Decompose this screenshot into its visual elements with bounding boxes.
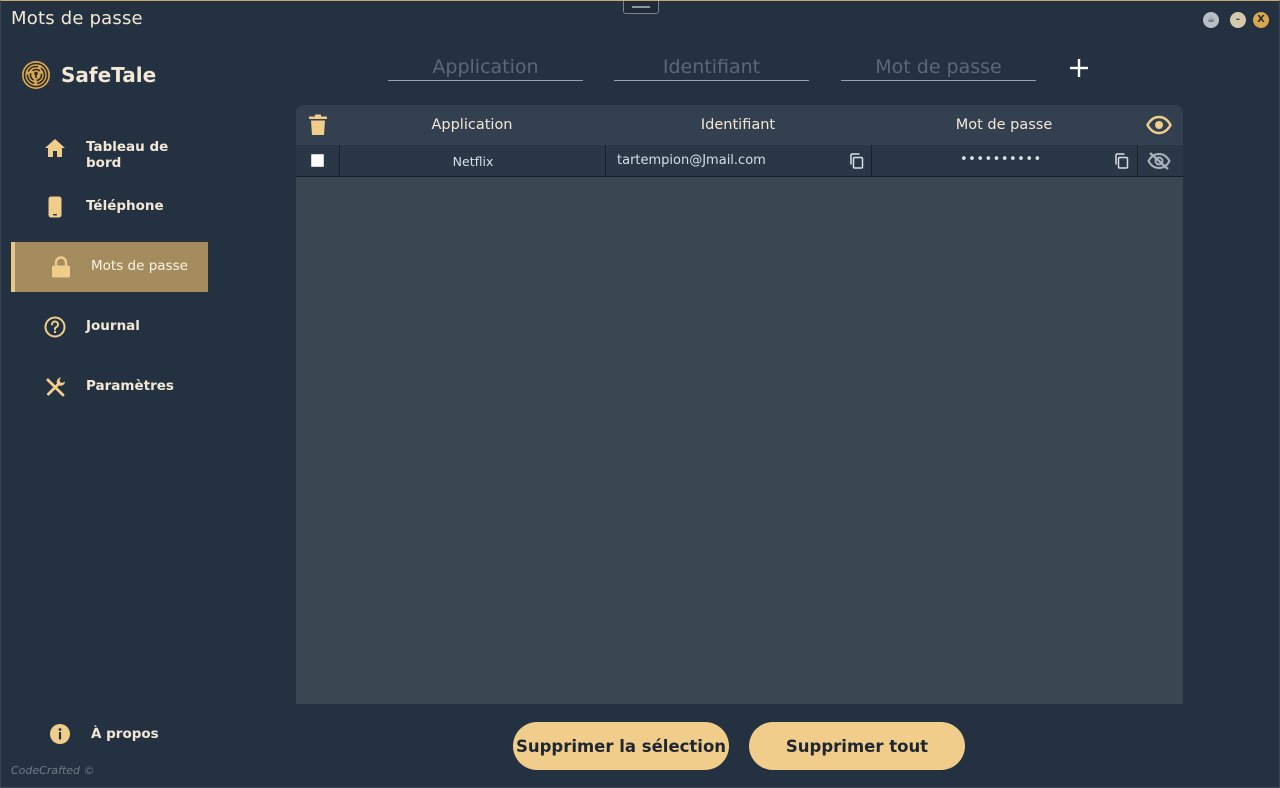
home-icon — [43, 136, 67, 160]
identifiant-value: tartempion@Jmail.com — [617, 153, 766, 168]
identifiant-input[interactable] — [614, 53, 809, 81]
eye-off-icon[interactable] — [1147, 151, 1171, 171]
phone-icon — [43, 195, 67, 219]
minimize-button[interactable]: - — [1230, 12, 1246, 28]
sidebar-item-label: Téléphone — [86, 198, 164, 214]
plus-icon — [1070, 59, 1088, 77]
password-table: Application Identifiant Mot de passe Net… — [296, 105, 1183, 704]
table-row: Netflix tartempion@Jmail.com •••••••••• — [296, 145, 1183, 177]
password-value: •••••••••• — [960, 152, 1042, 167]
password-cell: •••••••••• — [872, 145, 1138, 177]
sidebar-item-tableau-de-bord[interactable]: Tableau de bord — [11, 123, 208, 173]
theme-toggle-button[interactable]: ☕ — [1203, 12, 1219, 28]
delete-selection-button[interactable]: Supprimer la sélection — [513, 722, 729, 770]
safetale-logo-icon — [21, 60, 51, 90]
sidebar-item-label: À propos — [91, 726, 159, 742]
password-input[interactable] — [841, 53, 1036, 81]
question-icon — [43, 315, 67, 339]
sidebar-item-telephone[interactable]: Téléphone — [11, 182, 208, 232]
row-checkbox[interactable] — [311, 154, 324, 167]
window-title: Mots de passe — [11, 8, 143, 29]
column-header-application: Application — [431, 117, 513, 133]
table-header: Application Identifiant Mot de passe — [296, 105, 1183, 145]
identifiant-cell: tartempion@Jmail.com — [606, 145, 872, 177]
sidebar-item-journal[interactable]: Journal — [11, 302, 208, 352]
credit-text: CodeCrafted © — [11, 764, 95, 777]
copy-icon[interactable] — [1114, 153, 1129, 169]
copy-icon[interactable] — [849, 153, 864, 169]
info-icon — [49, 723, 71, 745]
sidebar-item-a-propos[interactable]: À propos — [49, 723, 209, 747]
application-input[interactable] — [388, 53, 583, 81]
brand-name: SafeTale — [61, 63, 157, 87]
row-select-cell — [296, 145, 340, 177]
eye-icon[interactable] — [1146, 114, 1172, 136]
column-header-identifiant: Identifiant — [700, 117, 776, 133]
sidebar-item-parametres[interactable]: Paramètres — [11, 362, 208, 412]
delete-all-button[interactable]: Supprimer tout — [749, 722, 965, 770]
close-button[interactable]: X — [1253, 12, 1269, 28]
title-bar[interactable]: Mots de passe ☕ - X — [1, 1, 1279, 37]
trash-icon[interactable] — [308, 114, 328, 136]
sidebar-item-label: Tableau de bord — [86, 139, 169, 171]
drag-handle[interactable] — [623, 1, 659, 14]
app-window: Mots de passe ☕ - X SafeTale Tableau de … — [0, 0, 1280, 788]
sidebar-item-mots-de-passe[interactable]: Mots de passe — [11, 242, 208, 292]
sidebar-item-label: Paramètres — [86, 378, 174, 394]
sidebar-item-label: Mots de passe — [91, 258, 188, 274]
tools-icon — [43, 375, 67, 399]
application-cell: Netflix — [340, 145, 606, 177]
sidebar-item-label: Journal — [86, 318, 140, 334]
application-value: Netflix — [452, 154, 494, 169]
add-entry-button[interactable] — [1065, 54, 1093, 82]
column-header-password: Mot de passe — [955, 117, 1053, 133]
lock-icon — [49, 255, 73, 279]
